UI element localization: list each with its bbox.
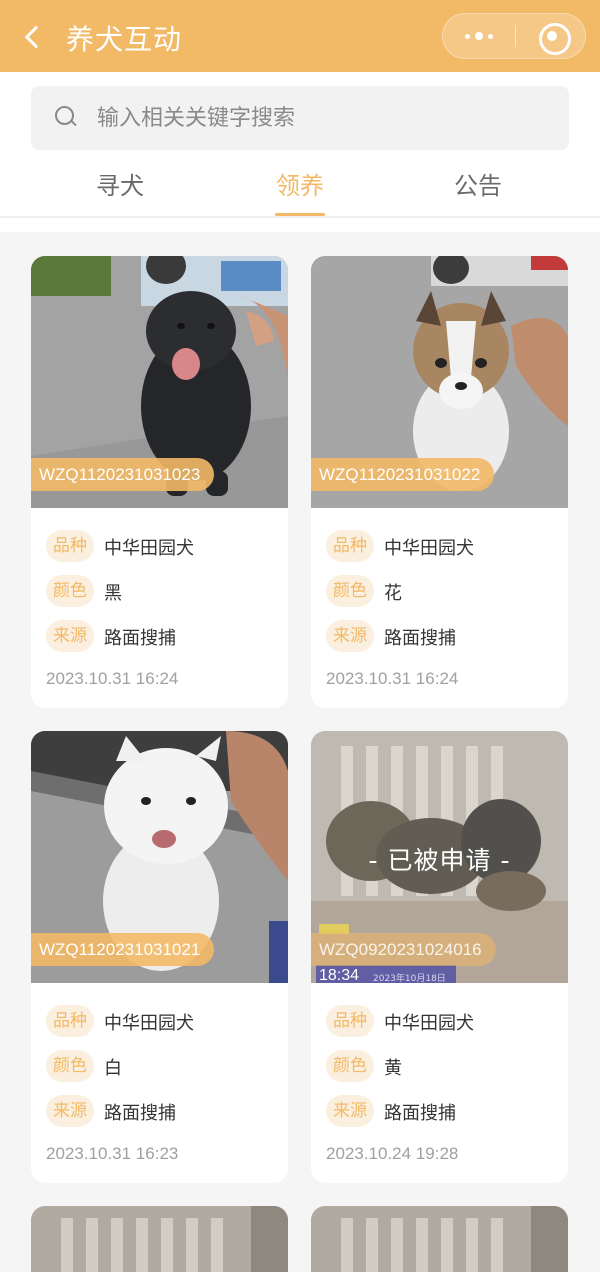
color-value: 白 (104, 1058, 122, 1079)
color-label: 颜色 (46, 575, 94, 607)
title-bar: 养犬互动 (0, 0, 600, 72)
source-value: 路面搜捕 (104, 628, 176, 649)
color-label: 颜色 (326, 575, 374, 607)
search-input[interactable] (97, 100, 537, 136)
post-time: 2023.10.24 19:28 (326, 1144, 459, 1163)
source-label: 来源 (46, 620, 94, 652)
tab-notice[interactable]: 公告 (418, 166, 538, 216)
source-label: 来源 (326, 1095, 374, 1127)
tab-adopt[interactable]: 领养 (240, 166, 360, 216)
tab-find-dog[interactable]: 寻犬 (60, 166, 180, 216)
search-and-tabs: 寻犬 领养 公告 (0, 72, 600, 232)
color-label: 颜色 (326, 1050, 374, 1082)
tab-divider (0, 216, 600, 218)
dog-photo: - 已被申请 - 18:34 2023年10月18日 WZQ0920231024… (311, 731, 568, 983)
search-icon (55, 106, 79, 130)
breed-label: 品种 (326, 1005, 374, 1037)
dog-id-badge: WZQ1120231031023 (31, 458, 215, 491)
breed-value: 中华田园犬 (104, 538, 194, 559)
more-dots-icon[interactable] (443, 14, 515, 58)
dog-photo: WZQ1120231031022 (311, 256, 568, 508)
breed-label: 品种 (326, 530, 374, 562)
color-value: 黄 (384, 1058, 402, 1079)
breed-value: 中华田园犬 (384, 1013, 474, 1034)
breed-label: 品种 (46, 530, 94, 562)
dog-card[interactable]: - 已被申请 - 18:34 2023年10月18日 WZQ0920231024… (311, 731, 568, 1183)
breed-value: 中华田园犬 (104, 1013, 194, 1034)
photo-date: 2023年10月18日 (373, 974, 446, 983)
dog-card[interactable] (31, 1206, 288, 1272)
back-chevron-icon[interactable] (20, 22, 48, 50)
dog-card[interactable]: WZQ1120231031023 品种 中华田园犬 颜色 黑 来源 路面搜捕 2… (31, 256, 288, 708)
close-target-icon[interactable] (516, 14, 586, 58)
source-label: 来源 (326, 620, 374, 652)
dog-photo (311, 1206, 568, 1272)
dog-card[interactable] (311, 1206, 568, 1272)
post-time: 2023.10.31 16:24 (46, 669, 179, 688)
post-time: 2023.10.31 16:23 (46, 1144, 179, 1163)
source-value: 路面搜捕 (384, 1103, 456, 1124)
search-box[interactable] (31, 86, 569, 150)
tab-bar: 寻犬 领养 公告 (0, 156, 600, 218)
mini-program-capsule (442, 13, 586, 59)
photo-clock: 18:34 (319, 967, 360, 983)
dog-id-badge: WZQ1120231031021 (31, 933, 215, 966)
post-time: 2023.10.31 16:24 (326, 669, 459, 688)
dog-id-badge: WZQ1120231031022 (311, 458, 495, 491)
dog-photo: WZQ1120231031021 (31, 731, 288, 983)
source-value: 路面搜捕 (384, 628, 456, 649)
dog-card[interactable]: WZQ1120231031022 品种 中华田园犬 颜色 花 来源 路面搜捕 2… (311, 256, 568, 708)
color-value: 花 (384, 583, 402, 604)
breed-value: 中华田园犬 (384, 538, 474, 559)
color-value: 黑 (104, 583, 122, 604)
dog-photo (31, 1206, 288, 1272)
dog-photo: WZQ1120231031023 (31, 256, 288, 508)
source-label: 来源 (46, 1095, 94, 1127)
source-value: 路面搜捕 (104, 1103, 176, 1124)
dog-card[interactable]: WZQ1120231031021 品种 中华田园犬 颜色 白 来源 路面搜捕 2… (31, 731, 288, 1183)
dog-id-badge: WZQ0920231024016 (311, 933, 496, 966)
color-label: 颜色 (46, 1050, 94, 1082)
page-title: 养犬互动 (66, 23, 183, 56)
breed-label: 品种 (46, 1005, 94, 1037)
applied-status: - 已被申请 - (368, 846, 511, 875)
